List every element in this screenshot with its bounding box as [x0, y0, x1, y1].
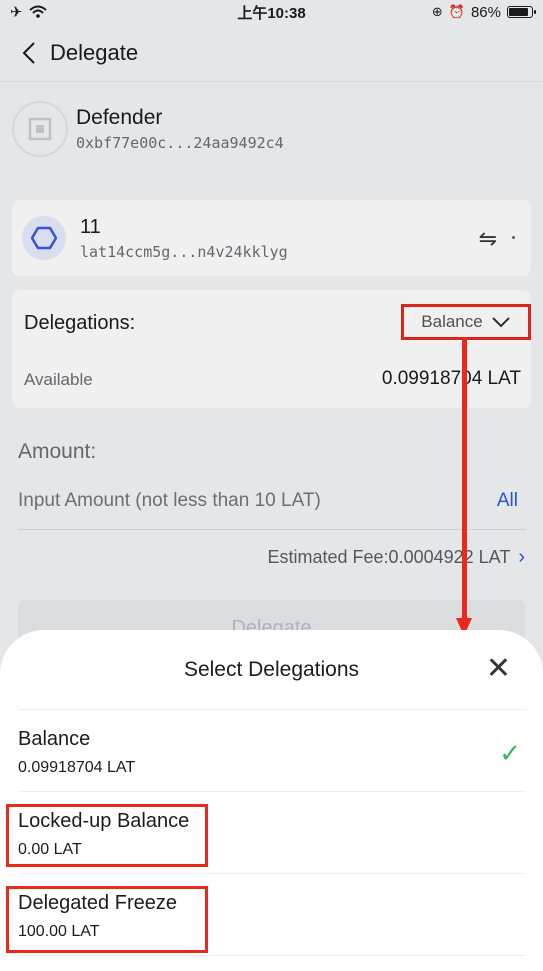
annotation-arrow-line [462, 338, 467, 623]
sheet-divider [18, 873, 525, 874]
sheet-divider [18, 791, 525, 792]
sheet-divider [18, 955, 525, 956]
annotation-highlight-freeze [6, 886, 208, 953]
check-icon: ✓ [499, 738, 521, 768]
annotation-highlight-locked [6, 804, 208, 867]
sheet-divider [18, 709, 525, 710]
option-name: Balance [18, 728, 91, 750]
option-value: 0.09918704 LAT [18, 759, 136, 776]
close-icon[interactable]: ✕ [486, 654, 511, 684]
sheet-title: Select Delegations [183, 658, 360, 681]
option-balance[interactable]: Balance 0.09918704 LAT ✓ [18, 728, 525, 777]
